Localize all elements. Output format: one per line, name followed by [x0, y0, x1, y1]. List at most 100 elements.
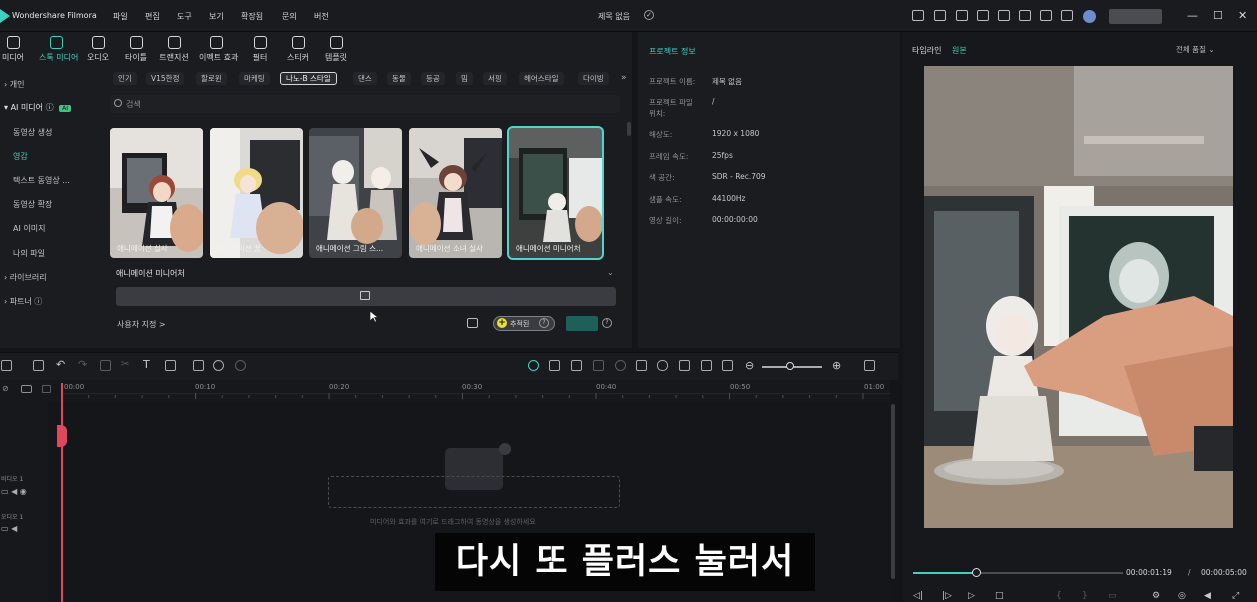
- delete-icon[interactable]: [100, 360, 111, 371]
- playhead[interactable]: [61, 383, 63, 602]
- custom-link[interactable]: 사용자 지정 >: [117, 319, 166, 330]
- sidebar-item-video-gen[interactable]: 동영상 생성: [13, 127, 52, 138]
- menu-view[interactable]: 보기: [209, 11, 224, 22]
- mixer-icon[interactable]: [679, 360, 690, 371]
- search-input[interactable]: [110, 95, 620, 113]
- chevron-down-icon[interactable]: ⌄: [607, 268, 614, 277]
- sidebar-item-ai-media[interactable]: ▾ AI 미디어 ⓘ AI: [4, 102, 71, 113]
- snap-icon[interactable]: [528, 360, 539, 371]
- sidebar-item-video-extend[interactable]: 동영상 확장: [13, 199, 52, 210]
- chip-popular[interactable]: 인기: [113, 72, 137, 85]
- menu-tools[interactable]: 도구: [177, 11, 192, 22]
- keyframe-icon[interactable]: [593, 360, 604, 371]
- stop-icon[interactable]: □: [995, 591, 1004, 601]
- fit-icon[interactable]: [722, 360, 733, 371]
- media-drop-zone[interactable]: [328, 476, 620, 508]
- snapshot-icon[interactable]: ◎: [1178, 591, 1186, 601]
- sidebar-item-text-to-video[interactable]: 텍스트 동영상 ...: [13, 175, 70, 186]
- chip-marketing[interactable]: 마케팅: [239, 72, 270, 85]
- image-settings-icon[interactable]: [467, 318, 478, 328]
- sidebar-item-my-files[interactable]: 나의 파일: [13, 248, 45, 259]
- headset-icon[interactable]: [1040, 10, 1052, 21]
- tool-titles[interactable]: 타이틀: [119, 34, 153, 63]
- ai-tool-icon[interactable]: [213, 360, 224, 371]
- timeline-scrollbar[interactable]: [891, 404, 895, 579]
- more-chevron-icon[interactable]: »: [621, 73, 627, 83]
- chip-halloween[interactable]: 할로윈: [196, 72, 227, 85]
- beat-icon[interactable]: [615, 360, 626, 371]
- quality-select[interactable]: 전체 품질 ⌄: [1176, 44, 1215, 55]
- sidebar-item-inspiration[interactable]: 영감: [13, 151, 28, 162]
- chip-dance[interactable]: 댄스: [353, 72, 377, 85]
- chip-v15[interactable]: V15한정: [146, 72, 185, 85]
- tool-filters[interactable]: 필터: [243, 34, 277, 63]
- menu-edit[interactable]: 편집: [145, 11, 160, 22]
- chip-diving[interactable]: 다이빙: [578, 72, 609, 85]
- close-icon[interactable]: ✕: [1238, 9, 1247, 22]
- select-icon[interactable]: [33, 360, 44, 371]
- template-card[interactable]: 애니메이션 실사: [110, 128, 203, 258]
- template-card[interactable]: 애니메이션 소녀 실사: [409, 128, 502, 258]
- layout-grid-icon[interactable]: [1, 360, 12, 371]
- playhead-handle[interactable]: [57, 425, 67, 447]
- minimize-icon[interactable]: —: [1187, 9, 1198, 22]
- shield-icon[interactable]: [636, 360, 647, 371]
- settings-icon[interactable]: ⚙: [1152, 591, 1160, 601]
- fullscreen-icon[interactable]: ⤢: [1232, 591, 1239, 601]
- layout-icon[interactable]: [977, 10, 989, 21]
- maximize-icon[interactable]: ☐: [1213, 9, 1223, 22]
- replace-icon[interactable]: [701, 360, 712, 371]
- tool-audio[interactable]: 오디오: [81, 34, 115, 63]
- chip-hairstyle[interactable]: 헤어스타일: [519, 72, 564, 85]
- send-icon[interactable]: [934, 10, 946, 21]
- menu-version[interactable]: 버전: [314, 11, 329, 22]
- template-card[interactable]: 애니메이션 꿈: [210, 128, 303, 258]
- sidebar-item-ai-image[interactable]: AI 이미지: [13, 223, 45, 234]
- cloud-icon[interactable]: [956, 10, 968, 21]
- volume-icon[interactable]: ◀: [1204, 591, 1211, 601]
- next-frame-icon[interactable]: |▷: [942, 591, 952, 601]
- mark-in-icon[interactable]: {: [1056, 591, 1062, 601]
- menu-help[interactable]: 문의: [282, 11, 297, 22]
- speed-icon[interactable]: [235, 360, 246, 371]
- play-icon[interactable]: ▷: [968, 591, 975, 601]
- sidebar-item-library[interactable]: › 라이브러리: [4, 272, 47, 283]
- chip-sports[interactable]: 등공: [421, 72, 445, 85]
- display-icon[interactable]: ▭: [1108, 591, 1117, 601]
- menu-extended[interactable]: 확장됨: [241, 11, 263, 22]
- prev-frame-icon[interactable]: ◁|: [913, 591, 923, 601]
- upgrade-button[interactable]: [1109, 9, 1162, 24]
- microphone-icon[interactable]: [657, 360, 668, 371]
- chip-nano-b-style[interactable]: 나노-B 스타일: [280, 72, 337, 85]
- preview-progress-handle[interactable]: [972, 568, 981, 577]
- track-link-icon[interactable]: ⊘: [2, 384, 9, 393]
- save-icon[interactable]: [998, 10, 1010, 21]
- chip-surfing[interactable]: 서핑: [483, 72, 507, 85]
- help-icon[interactable]: ?: [602, 318, 612, 328]
- tab-original[interactable]: 원본: [952, 45, 967, 56]
- tool-templates[interactable]: 템플릿: [319, 34, 353, 63]
- grid-icon[interactable]: [1061, 10, 1073, 21]
- zoom-out-icon[interactable]: ⊖: [745, 359, 754, 372]
- marker-icon[interactable]: [193, 360, 204, 371]
- tab-timeline[interactable]: 타임라인: [912, 45, 941, 56]
- help-icon[interactable]: ?: [539, 318, 549, 328]
- plus-icon[interactable]: +: [497, 318, 507, 328]
- track-controls[interactable]: ▭ ◀: [1, 524, 17, 533]
- mark-out-icon[interactable]: }: [1082, 591, 1088, 601]
- sidebar-item-personal[interactable]: › 개인: [4, 79, 24, 90]
- avatar[interactable]: [1083, 10, 1096, 23]
- chip-meme[interactable]: 밈: [456, 72, 473, 85]
- generate-button[interactable]: [566, 316, 598, 331]
- chip-animal[interactable]: 동물: [387, 72, 411, 85]
- tool-stickers[interactable]: 스티커: [281, 34, 315, 63]
- sidebar-item-partner[interactable]: › 파트너 ⓘ: [4, 296, 42, 307]
- text-tool-icon[interactable]: T: [143, 359, 154, 371]
- redo-icon[interactable]: ↷: [78, 359, 89, 371]
- add-track-icon[interactable]: [21, 385, 32, 393]
- track-controls[interactable]: ▭ ◀ ◉: [1, 487, 27, 496]
- undo-icon[interactable]: ↶: [56, 359, 67, 371]
- menu-file[interactable]: 파일: [113, 11, 128, 22]
- download-icon[interactable]: [1019, 10, 1031, 21]
- tool-stock-media[interactable]: 스톡 미디어: [39, 34, 78, 63]
